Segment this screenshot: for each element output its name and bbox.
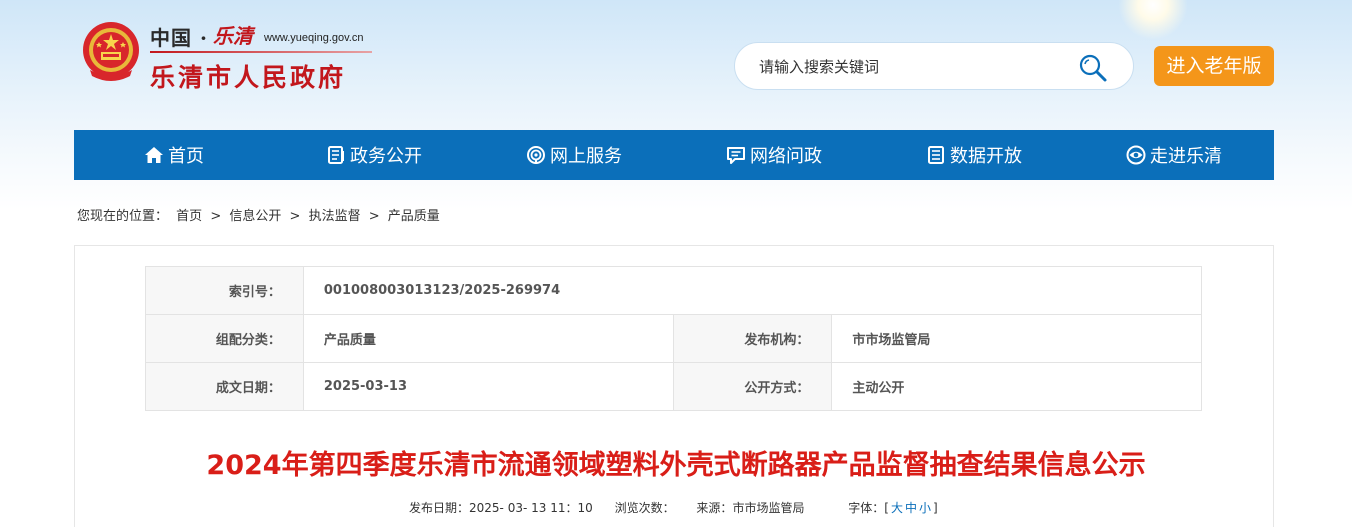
nav-item-label: 数据开放	[950, 146, 1022, 167]
source: 来源：市市场监管局	[696, 501, 804, 515]
disclosure-value: 主动公开	[831, 362, 1202, 411]
breadcrumb: 您现在的位置： 首页 > 信息公开 > 执法监督 > 产品质量	[77, 205, 444, 224]
breadcrumb-law-enforcement[interactable]: 执法监督	[309, 209, 361, 224]
article-info-bar: 发布日期：2025- 03- 13 11：10 浏览次数： 来源：市市场监管局 …	[409, 499, 974, 516]
font-size-medium[interactable]: 中	[905, 501, 917, 515]
data-icon	[928, 146, 944, 164]
main-nav: 首页 政务公开 网上服务 网络问政 数据开放 走进乐清	[74, 130, 1274, 180]
nav-item-label: 首页	[168, 146, 204, 167]
disclosure-label: 公开方式：	[672, 362, 833, 411]
eye-icon	[1126, 145, 1146, 165]
category-value: 产品质量	[302, 314, 674, 363]
date-label: 成文日期：	[145, 362, 304, 411]
search-icon[interactable]	[1077, 52, 1109, 84]
nav-item-about-yueqing[interactable]: 走进乐清	[1074, 130, 1274, 180]
nav-item-label: 网络问政	[750, 146, 822, 167]
elder-mode-button[interactable]: 进入老年版	[1154, 46, 1274, 86]
index-label: 索引号：	[145, 266, 304, 315]
site-name[interactable]: 乐清市人民政府	[150, 58, 346, 94]
article-meta-table: 索引号： 001008003013123/2025-269974 组配分类： 产…	[145, 266, 1203, 411]
breadcrumb-product-quality[interactable]: 产品质量	[388, 209, 440, 224]
breadcrumb-info-disclosure[interactable]: 信息公开	[229, 209, 281, 224]
site-header: 中国 · 乐清 www.yueqing.gov.cn 乐清市人民政府 进入老年版	[0, 0, 1352, 128]
breadcrumb-separator: >	[210, 209, 222, 224]
site-title-china: 中国 ·	[150, 26, 208, 50]
breadcrumb-separator: >	[368, 209, 380, 224]
document-icon	[328, 146, 344, 164]
publisher-label: 发布机构：	[672, 314, 833, 363]
search-box	[734, 42, 1134, 90]
source-value: 市市场监管局	[732, 501, 805, 515]
breadcrumb-home[interactable]: 首页	[176, 209, 202, 224]
nav-item-label: 走进乐清	[1150, 146, 1222, 167]
publish-date-value: 2025- 03- 13 11：10	[469, 501, 593, 515]
site-url: www.yueqing.gov.cn	[264, 32, 364, 44]
nav-item-label: 政务公开	[350, 146, 422, 167]
view-count: 浏览次数：	[614, 501, 675, 515]
nav-item-online-inquiry[interactable]: 网络问政	[674, 130, 874, 180]
national-emblem-icon[interactable]	[80, 20, 142, 84]
font-size-label: 字体：[	[848, 501, 889, 515]
chat-icon	[727, 147, 745, 164]
search-input[interactable]	[759, 55, 1079, 79]
broadcast-icon	[527, 146, 545, 164]
date-value: 2025-03-13	[302, 362, 674, 411]
meta-row-category: 组配分类： 产品质量 发布机构： 市市场监管局	[145, 314, 1202, 363]
font-size-close: ]	[933, 501, 938, 515]
site-title-calligraphy: 乐清	[213, 24, 253, 48]
nav-item-open-data[interactable]: 数据开放	[874, 130, 1074, 180]
source-label: 来源：	[696, 501, 733, 515]
nav-item-label: 网上服务	[550, 146, 622, 167]
logo-divider	[150, 51, 372, 53]
breadcrumb-separator: >	[289, 209, 301, 224]
meta-row-index: 索引号： 001008003013123/2025-269974	[145, 266, 1203, 315]
font-size-small[interactable]: 小	[919, 501, 931, 515]
breadcrumb-prefix: 您现在的位置：	[77, 209, 169, 224]
publish-date-label: 发布日期：	[409, 501, 470, 515]
meta-row-date: 成文日期： 2025-03-13 公开方式： 主动公开	[145, 362, 1202, 411]
publish-date: 发布日期：2025- 03- 13 11：10	[409, 501, 593, 515]
font-size-large[interactable]: 大	[891, 501, 903, 515]
nav-item-gov-affairs[interactable]: 政务公开	[274, 130, 474, 180]
index-value: 001008003013123/2025-269974	[302, 266, 1203, 315]
font-size-control: 字体：[大中小]	[848, 501, 955, 515]
article-title: 2024年第四季度乐清市流通领域塑料外壳式断路器产品监督抽查结果信息公示	[206, 450, 1146, 481]
publisher-value: 市市场监管局	[831, 314, 1202, 363]
home-icon	[145, 147, 163, 163]
category-label: 组配分类：	[145, 314, 304, 363]
nav-item-online-service[interactable]: 网上服务	[474, 130, 674, 180]
nav-item-home[interactable]: 首页	[74, 130, 274, 180]
